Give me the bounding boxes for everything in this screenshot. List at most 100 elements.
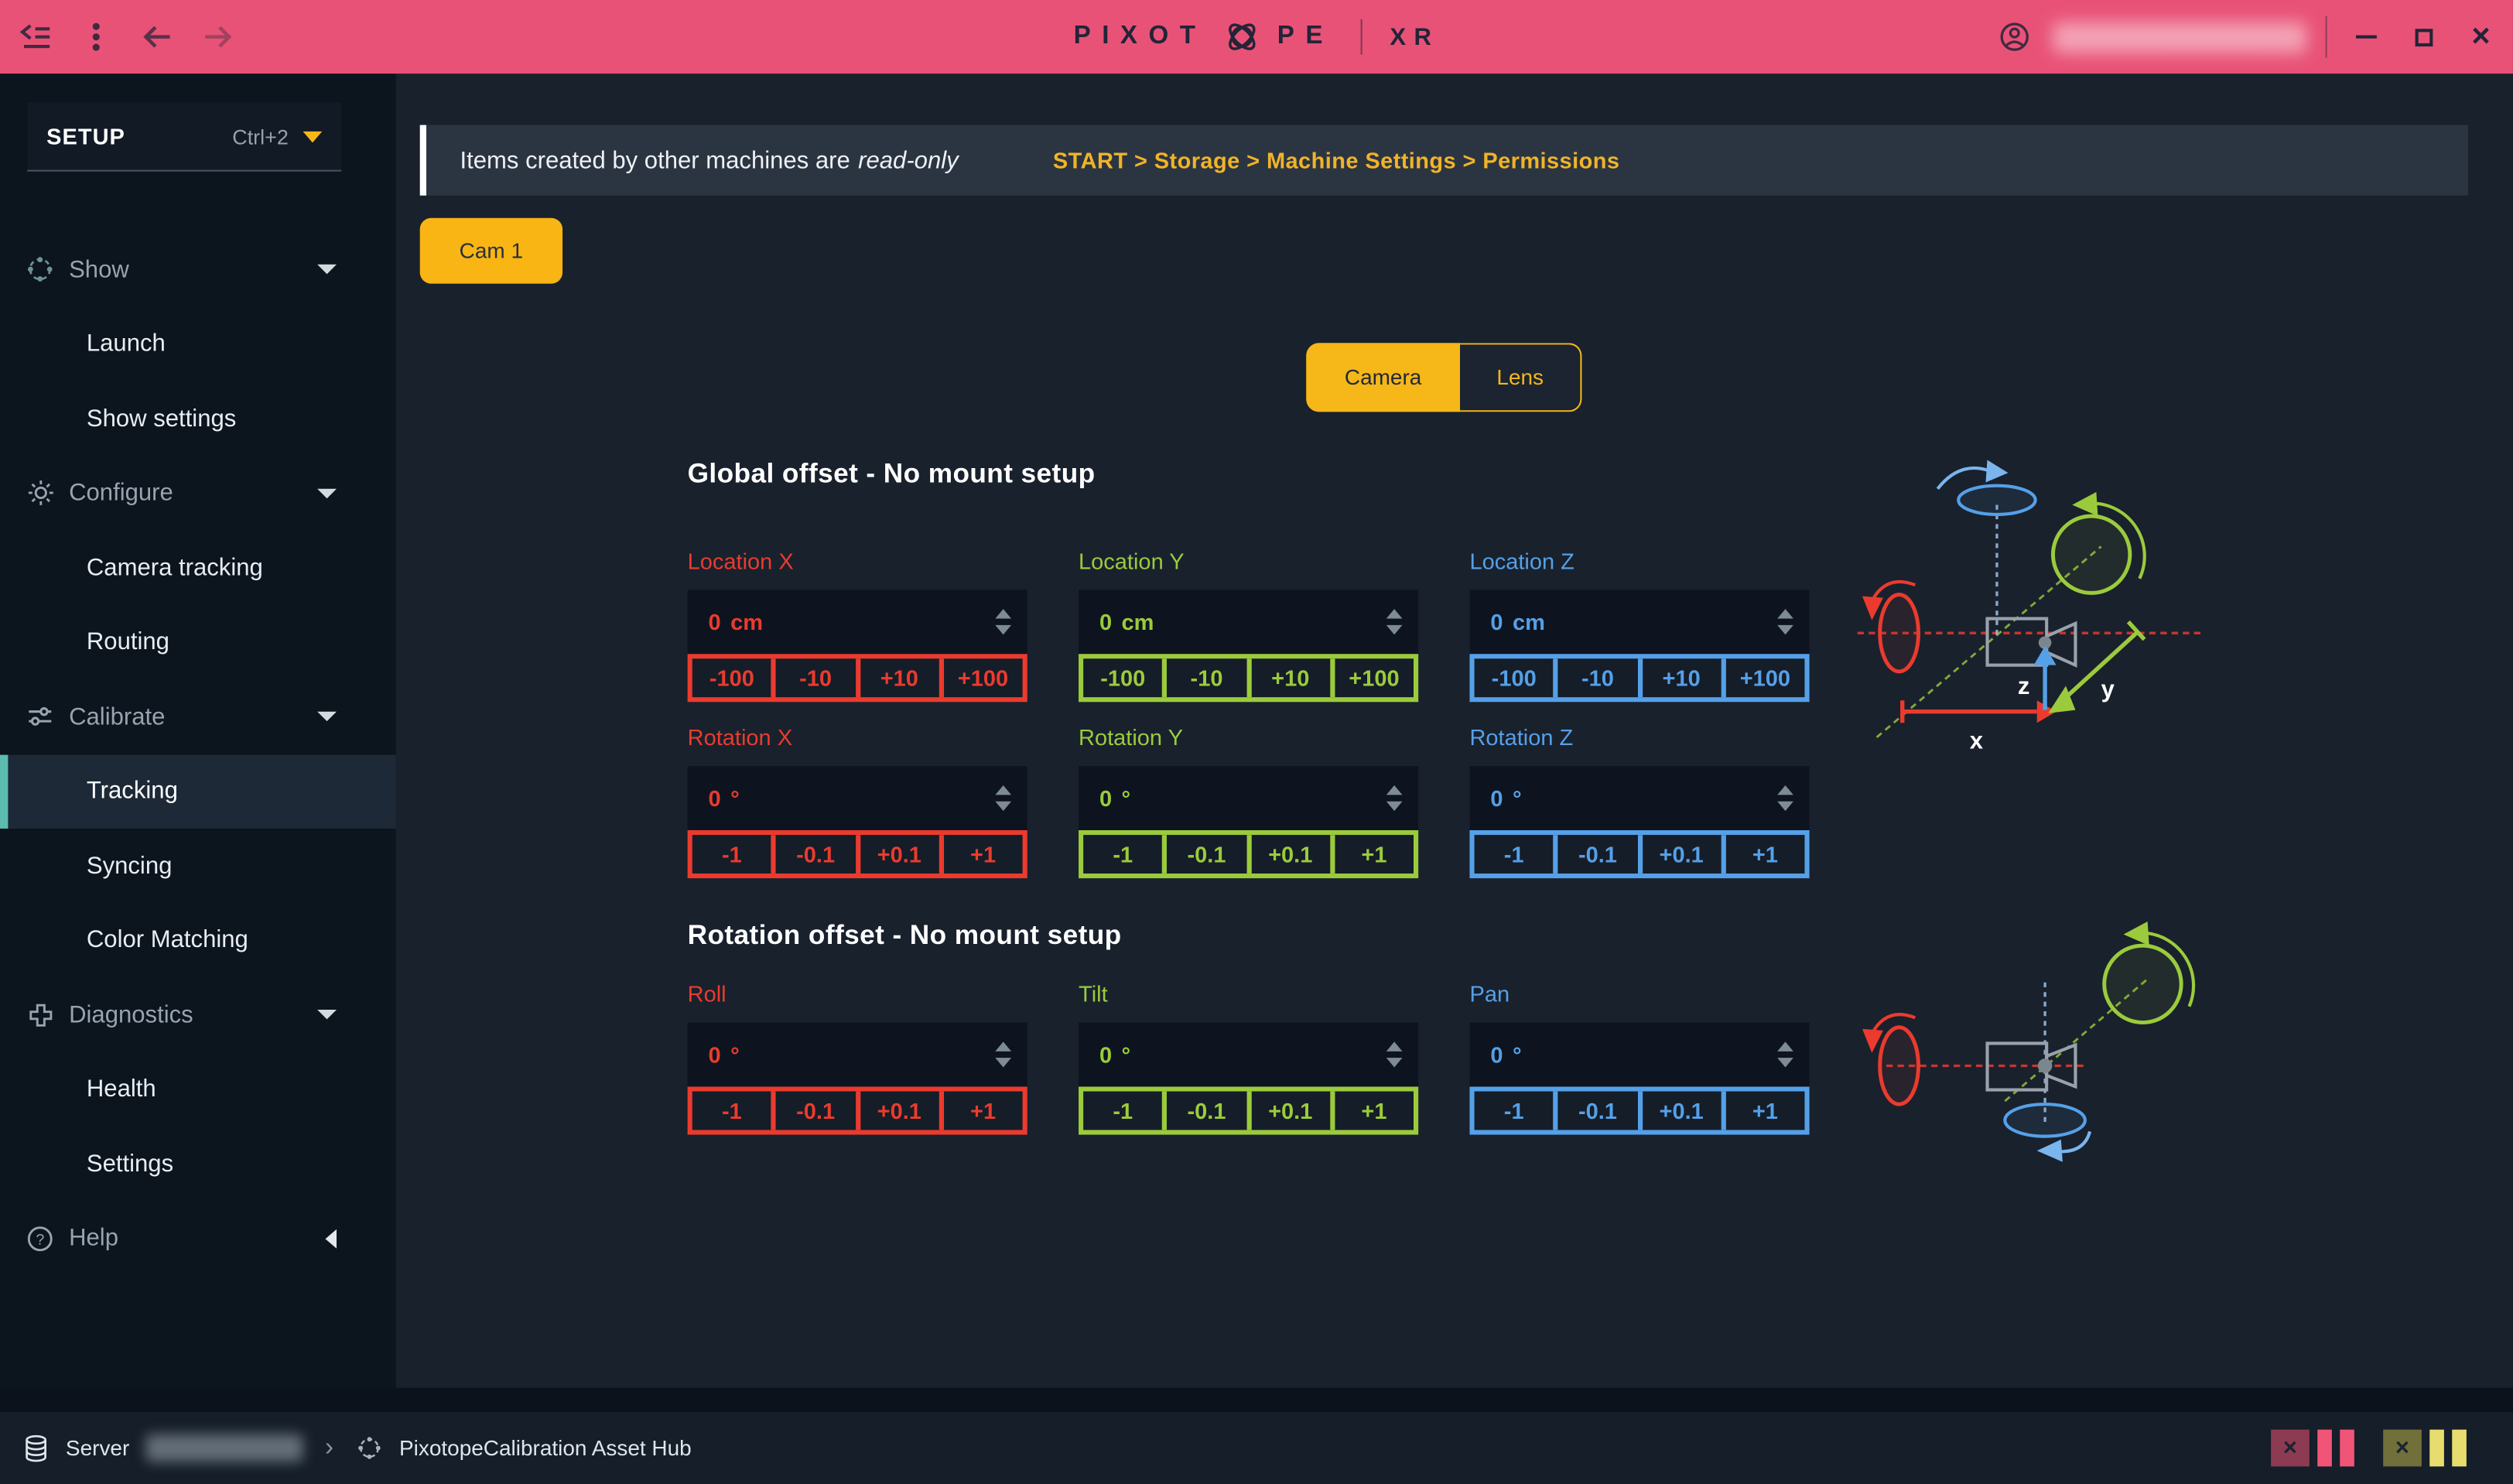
location-x-input[interactable]: 0 cm — [688, 590, 1027, 654]
sidebar-item-color-matching[interactable]: Color Matching — [0, 903, 396, 977]
statusbar-server-area[interactable]: Server › PixotopeCalibration Asset Hub — [22, 1412, 692, 1484]
step-button[interactable]: +1 — [1330, 1092, 1414, 1130]
step-button[interactable]: +100 — [939, 658, 1022, 697]
spinner-arrows[interactable] — [1777, 1023, 1793, 1087]
rotation-z-input[interactable]: 0 ° — [1469, 766, 1809, 830]
step-button[interactable]: +0.1 — [1637, 835, 1721, 874]
cam-1-button[interactable]: Cam 1 — [420, 218, 562, 284]
spinner-arrows[interactable] — [1386, 766, 1403, 830]
step-button[interactable]: +10 — [1637, 658, 1721, 697]
step-button[interactable]: +100 — [1330, 658, 1414, 697]
step-button[interactable]: +0.1 — [855, 1092, 939, 1130]
roll-input[interactable]: 0 ° — [688, 1023, 1027, 1087]
step-button[interactable]: +0.1 — [855, 835, 939, 874]
step-button[interactable]: -1 — [1475, 835, 1554, 874]
step-button[interactable]: +1 — [1330, 835, 1414, 874]
step-button[interactable]: +1 — [939, 1092, 1022, 1130]
sidebar-item-camera-tracking[interactable]: Camera tracking — [0, 531, 396, 605]
sidebar-item-diagnostics[interactable]: Diagnostics — [0, 978, 396, 1052]
step-button[interactable]: +10 — [855, 658, 939, 697]
sidebar-item-routing[interactable]: Routing — [0, 605, 396, 679]
sidebar-item-health[interactable]: Health — [0, 1052, 396, 1127]
tab-lens[interactable]: Lens — [1460, 343, 1581, 412]
step-button[interactable]: +10 — [1246, 658, 1330, 697]
step-buttons: -1 -0.1 +0.1 +1 — [1079, 1086, 1418, 1134]
step-button[interactable]: -0.1 — [1554, 1092, 1637, 1130]
spinner-arrows[interactable] — [1777, 590, 1793, 654]
user-email-redacted — [2053, 22, 2306, 52]
status-stop-red-icon[interactable]: × — [2271, 1430, 2310, 1467]
step-button[interactable]: -0.1 — [1162, 835, 1246, 874]
sidebar-item-syncing[interactable]: Syncing — [0, 829, 396, 903]
sidebar-item-help[interactable]: ? Help — [0, 1202, 396, 1276]
step-button[interactable]: +1 — [1721, 835, 1804, 874]
step-button[interactable]: -0.1 — [1554, 835, 1637, 874]
step-button[interactable]: -100 — [1083, 658, 1162, 697]
field-label: Rotation X — [688, 724, 1027, 753]
step-button[interactable]: -0.1 — [1162, 1092, 1246, 1130]
pan-input[interactable]: 0 ° — [1469, 1023, 1809, 1087]
step-button[interactable]: +0.1 — [1246, 1092, 1330, 1130]
status-bar-yellow-icon[interactable] — [2429, 1430, 2444, 1467]
spinner-arrows[interactable] — [1777, 766, 1793, 830]
status-bar-pink-icon[interactable] — [2317, 1430, 2332, 1467]
sidebar-item-label: Show — [69, 256, 129, 283]
step-button[interactable]: -1 — [1083, 1092, 1162, 1130]
field-label: Location X — [688, 548, 1027, 576]
spinner-arrows[interactable] — [995, 766, 1011, 830]
field-rotation-z: Rotation Z 0 ° -1 -0.1 +0.1 +1 — [1469, 724, 1809, 878]
mode-selector[interactable]: SETUP Ctrl+2 — [27, 103, 341, 172]
breadcrumb[interactable]: START > Storage > Machine Settings > Per… — [1053, 148, 1619, 173]
tilt-input[interactable]: 0 ° — [1079, 1023, 1418, 1087]
screen: PIXOT PE XR × — [0, 0, 2513, 1484]
location-y-input[interactable]: 0 cm — [1079, 590, 1418, 654]
step-button[interactable]: -0.1 — [771, 835, 855, 874]
step-button[interactable]: +1 — [1721, 1092, 1804, 1130]
spinner-arrows[interactable] — [995, 590, 1011, 654]
field-rotation-x: Rotation X 0 ° -1 -0.1 +0.1 +1 — [688, 724, 1027, 878]
spinner-arrows[interactable] — [1386, 590, 1403, 654]
spinner-arrows[interactable] — [995, 1023, 1011, 1087]
server-label: Server — [66, 1436, 129, 1460]
minimize-button[interactable] — [2347, 18, 2385, 56]
maximize-button[interactable] — [2404, 18, 2443, 56]
tab-camera[interactable]: Camera — [1306, 343, 1460, 412]
banner-message-emphasis: read-only — [858, 147, 959, 174]
location-z-input[interactable]: 0 cm — [1469, 590, 1809, 654]
sidebar-item-launch[interactable]: Launch — [0, 307, 396, 381]
rotation-y-input[interactable]: 0 ° — [1079, 766, 1418, 830]
database-icon — [22, 1434, 50, 1462]
chevron-down-icon — [317, 1010, 337, 1019]
step-button[interactable]: -100 — [1475, 658, 1554, 697]
step-button[interactable]: -1 — [692, 1092, 771, 1130]
rotation-x-input[interactable]: 0 ° — [688, 766, 1027, 830]
spinner-arrows[interactable] — [1386, 1023, 1403, 1087]
field-location-y: Location Y 0 cm -100 -10 +10 +100 — [1079, 548, 1418, 702]
step-button[interactable]: -1 — [1083, 835, 1162, 874]
step-button[interactable]: +0.1 — [1246, 835, 1330, 874]
step-button[interactable]: -100 — [692, 658, 771, 697]
status-bar-pink-icon[interactable] — [2340, 1430, 2354, 1467]
close-button[interactable]: × — [2462, 18, 2501, 56]
window-controls-divider — [2326, 16, 2327, 58]
sidebar-item-tracking[interactable]: Tracking — [0, 754, 396, 829]
logo-text-right: PE — [1277, 22, 1334, 51]
step-button[interactable]: -0.1 — [771, 1092, 855, 1130]
sidebar-item-calibrate[interactable]: Calibrate — [0, 679, 396, 754]
step-button[interactable]: +100 — [1721, 658, 1804, 697]
status-stop-yellow-icon[interactable]: × — [2383, 1430, 2422, 1467]
step-button[interactable]: +1 — [939, 835, 1022, 874]
sidebar-item-settings[interactable]: Settings — [0, 1127, 396, 1201]
step-button[interactable]: -1 — [1475, 1092, 1554, 1130]
sidebar-item-show[interactable]: Show — [0, 232, 396, 306]
status-bar-yellow-icon[interactable] — [2452, 1430, 2467, 1467]
step-button[interactable]: -1 — [692, 835, 771, 874]
sidebar-nav: Show Launch Show settings Configure — [0, 232, 396, 1275]
sidebar-item-configure[interactable]: Configure — [0, 456, 396, 530]
sidebar-item-show-settings[interactable]: Show settings — [0, 381, 396, 456]
user-account-icon[interactable] — [1995, 18, 2034, 56]
step-button[interactable]: -10 — [1554, 658, 1637, 697]
step-button[interactable]: -10 — [1162, 658, 1246, 697]
step-button[interactable]: +0.1 — [1637, 1092, 1721, 1130]
step-button[interactable]: -10 — [771, 658, 855, 697]
